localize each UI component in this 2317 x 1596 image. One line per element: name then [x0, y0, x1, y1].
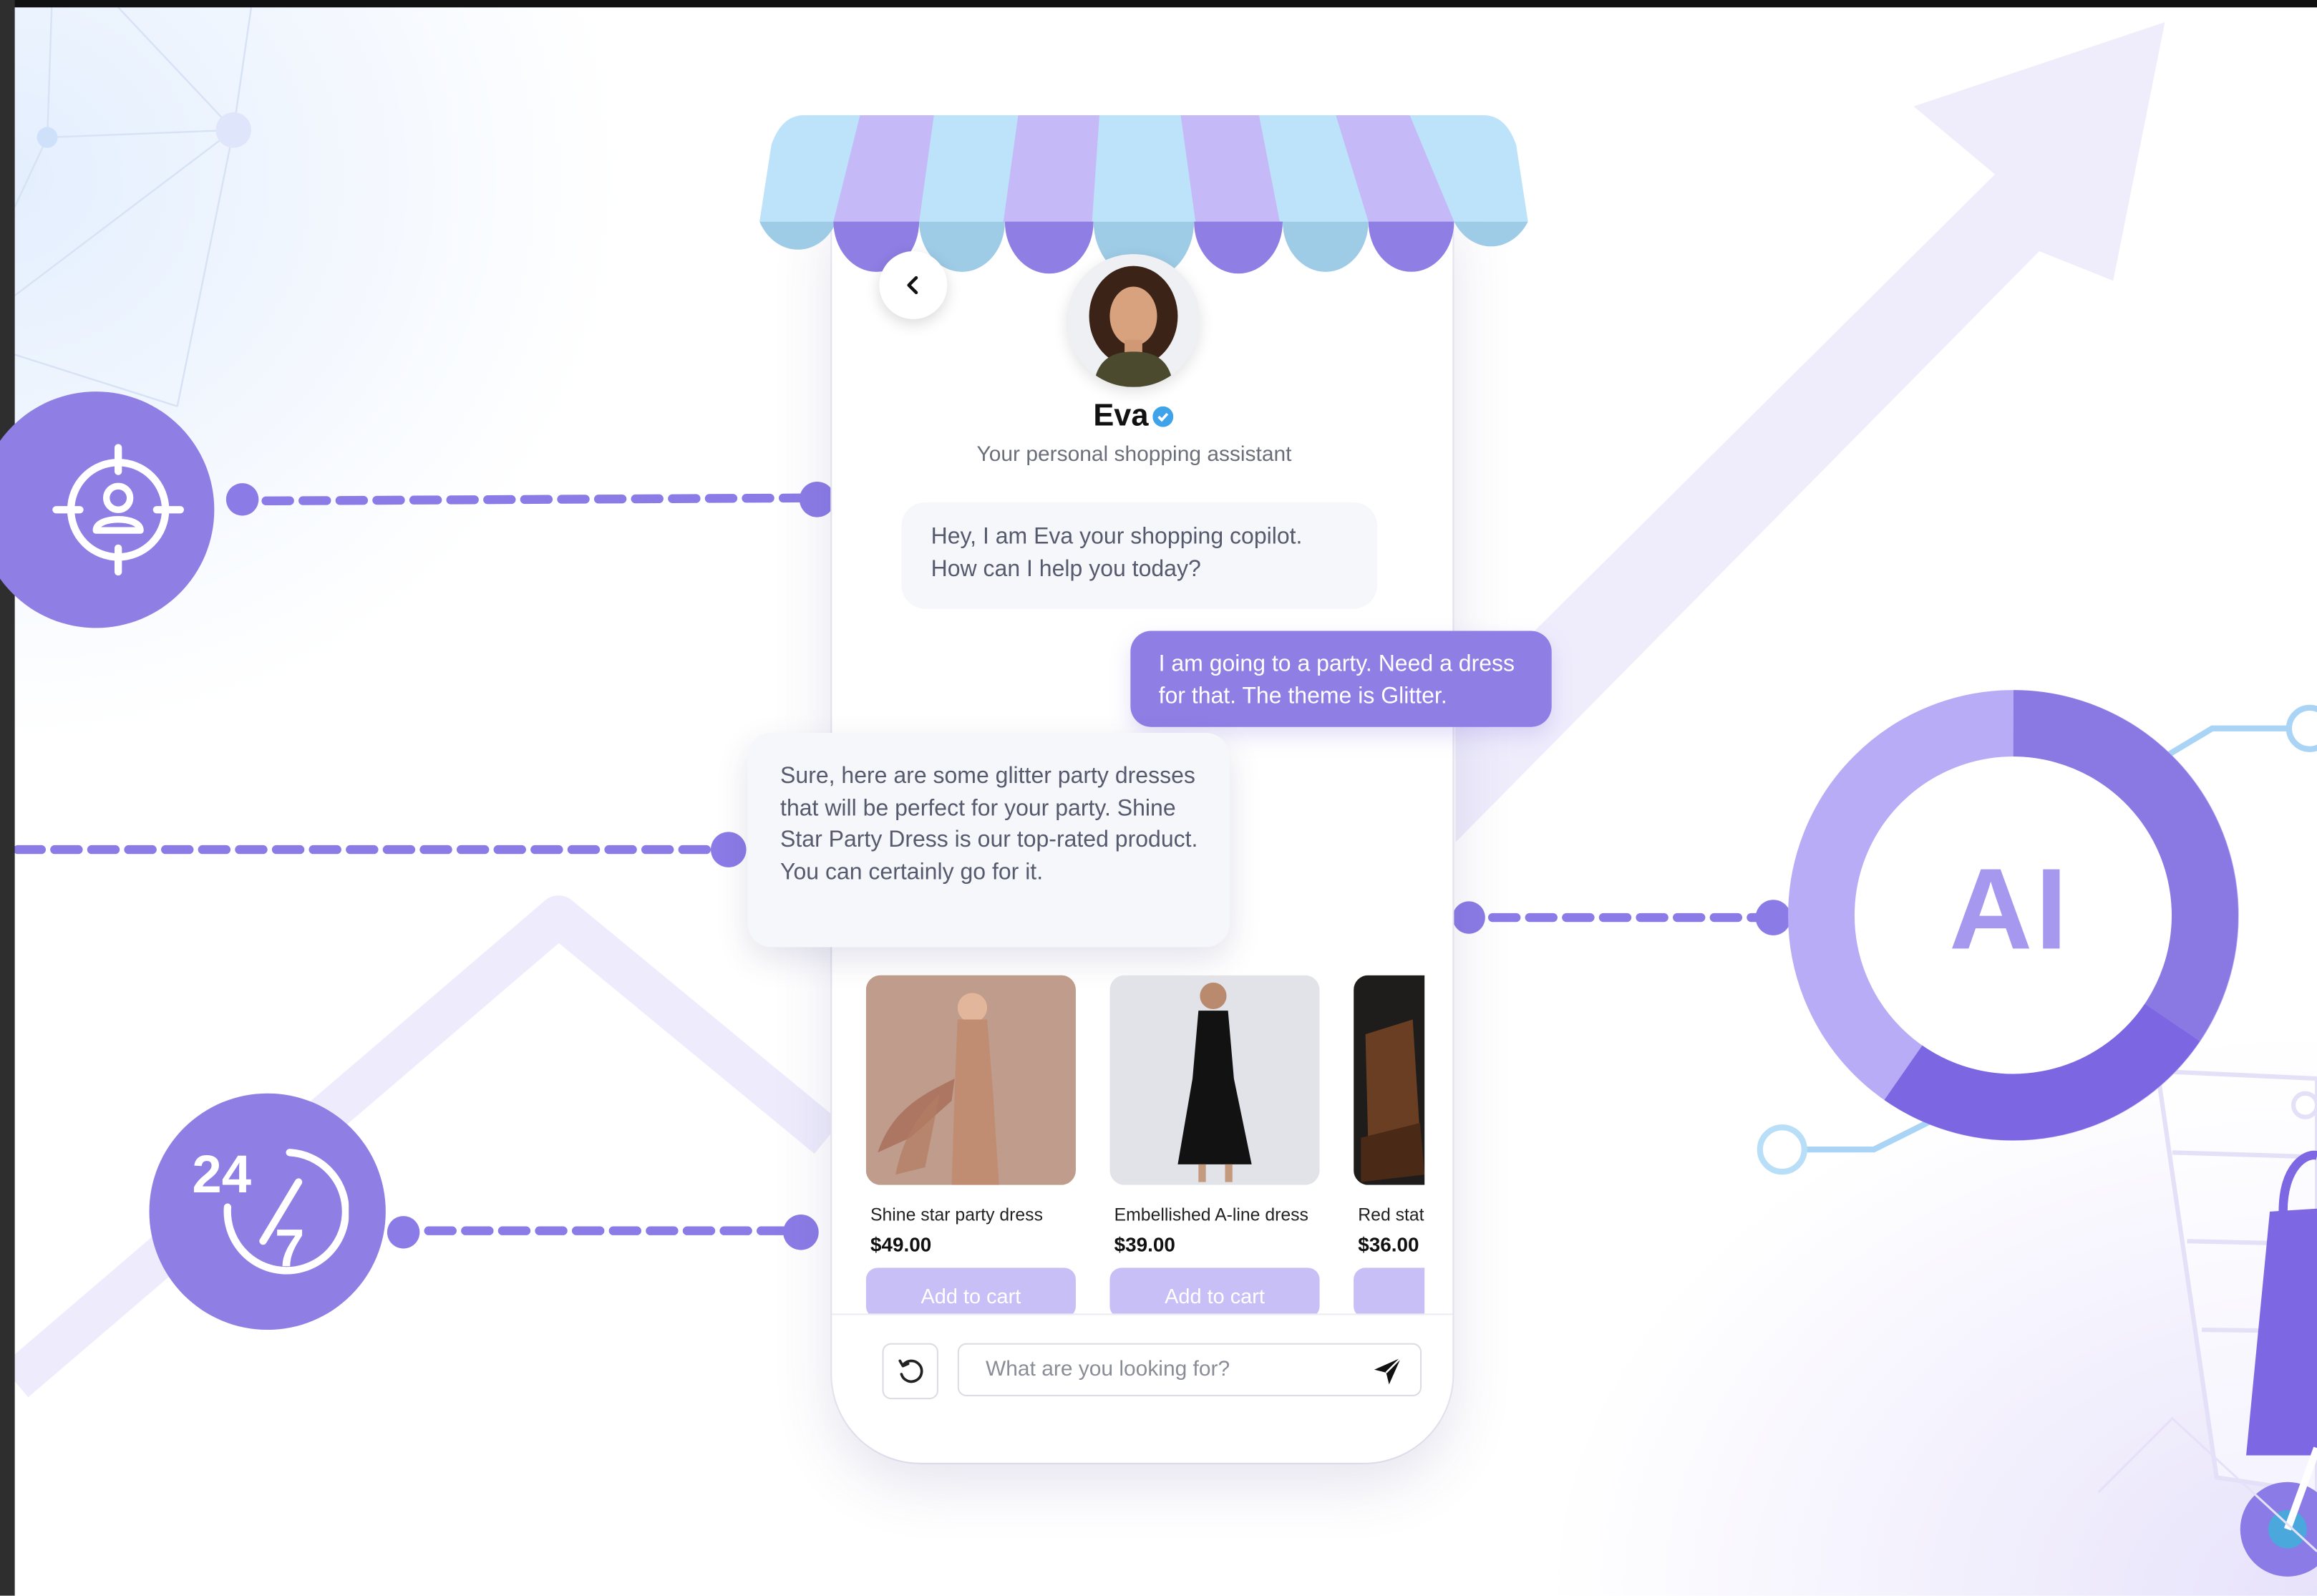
search-input[interactable]: [958, 1344, 1359, 1395]
product-price: $49.00: [870, 1233, 932, 1256]
bot-message: Sure, here are some glitter party dresse…: [747, 732, 1230, 948]
product-name: Red state: [1358, 1204, 1424, 1225]
product-image[interactable]: [1109, 975, 1320, 1185]
zigzag-line: [1, 895, 841, 1398]
product-card[interactable]: Shine star party dress $49.00 Add to car…: [865, 975, 1076, 1315]
target-user-icon: [52, 444, 185, 576]
assistant-name: Eva: [1034, 399, 1233, 434]
back-button[interactable]: [879, 250, 948, 319]
refresh-button[interactable]: [882, 1343, 938, 1400]
svg-text:7: 7: [275, 1218, 304, 1278]
product-card[interactable]: Embellished A-line dress $39.00 Add to c…: [1109, 975, 1320, 1315]
window-left-bar: [0, 0, 15, 1596]
cart-illustration: [2097, 1069, 2317, 1577]
assistant-avatar: [1067, 254, 1200, 387]
add-to-cart-button[interactable]: Add to cart: [1109, 1267, 1320, 1315]
product-price: $39.00: [1114, 1233, 1175, 1256]
product-name: Embellished A-line dress: [1114, 1204, 1308, 1225]
product-image[interactable]: [865, 975, 1076, 1185]
add-to-cart-button[interactable]: [1354, 1267, 1425, 1315]
network-node: [37, 127, 58, 148]
product-card[interactable]: Red state $36.00: [1354, 975, 1425, 1315]
window-top-bar: [0, 0, 2317, 8]
network-node: [215, 112, 251, 148]
bot-message: Hey, I am Eva your shopping copilot. How…: [901, 502, 1378, 609]
24-7-icon: 24 7: [192, 1144, 349, 1278]
support-247-circle: 24 7: [149, 1093, 386, 1330]
search-box: [957, 1343, 1422, 1396]
store-awning: [759, 115, 1528, 275]
assistant-name-text: Eva: [1093, 399, 1149, 433]
refresh-icon: [898, 1359, 923, 1383]
connector-ring: [2286, 704, 2317, 752]
verified-badge-icon: [1152, 407, 1174, 428]
product-name: Shine star party dress: [870, 1204, 1043, 1225]
input-divider: [832, 1313, 1453, 1315]
svg-text:24: 24: [192, 1144, 251, 1204]
marketing-illustration: 24 7 AI Eva Your personal shopping assis…: [0, 0, 2317, 1596]
send-icon[interactable]: [1371, 1355, 1404, 1387]
user-message: I am going to a party. Need a dress for …: [1130, 631, 1552, 727]
chevron-left-icon: [907, 276, 918, 295]
network-lines: [14, 6, 253, 407]
product-image[interactable]: [1354, 975, 1425, 1185]
assistant-tagline: Your personal shopping assistant: [976, 443, 1292, 467]
ai-label: AI: [1949, 843, 2071, 974]
product-carousel: Shine star party dress $49.00 Add to car…: [865, 975, 1425, 1315]
product-price: $36.00: [1358, 1233, 1419, 1256]
add-to-cart-button[interactable]: Add to cart: [865, 1267, 1076, 1315]
